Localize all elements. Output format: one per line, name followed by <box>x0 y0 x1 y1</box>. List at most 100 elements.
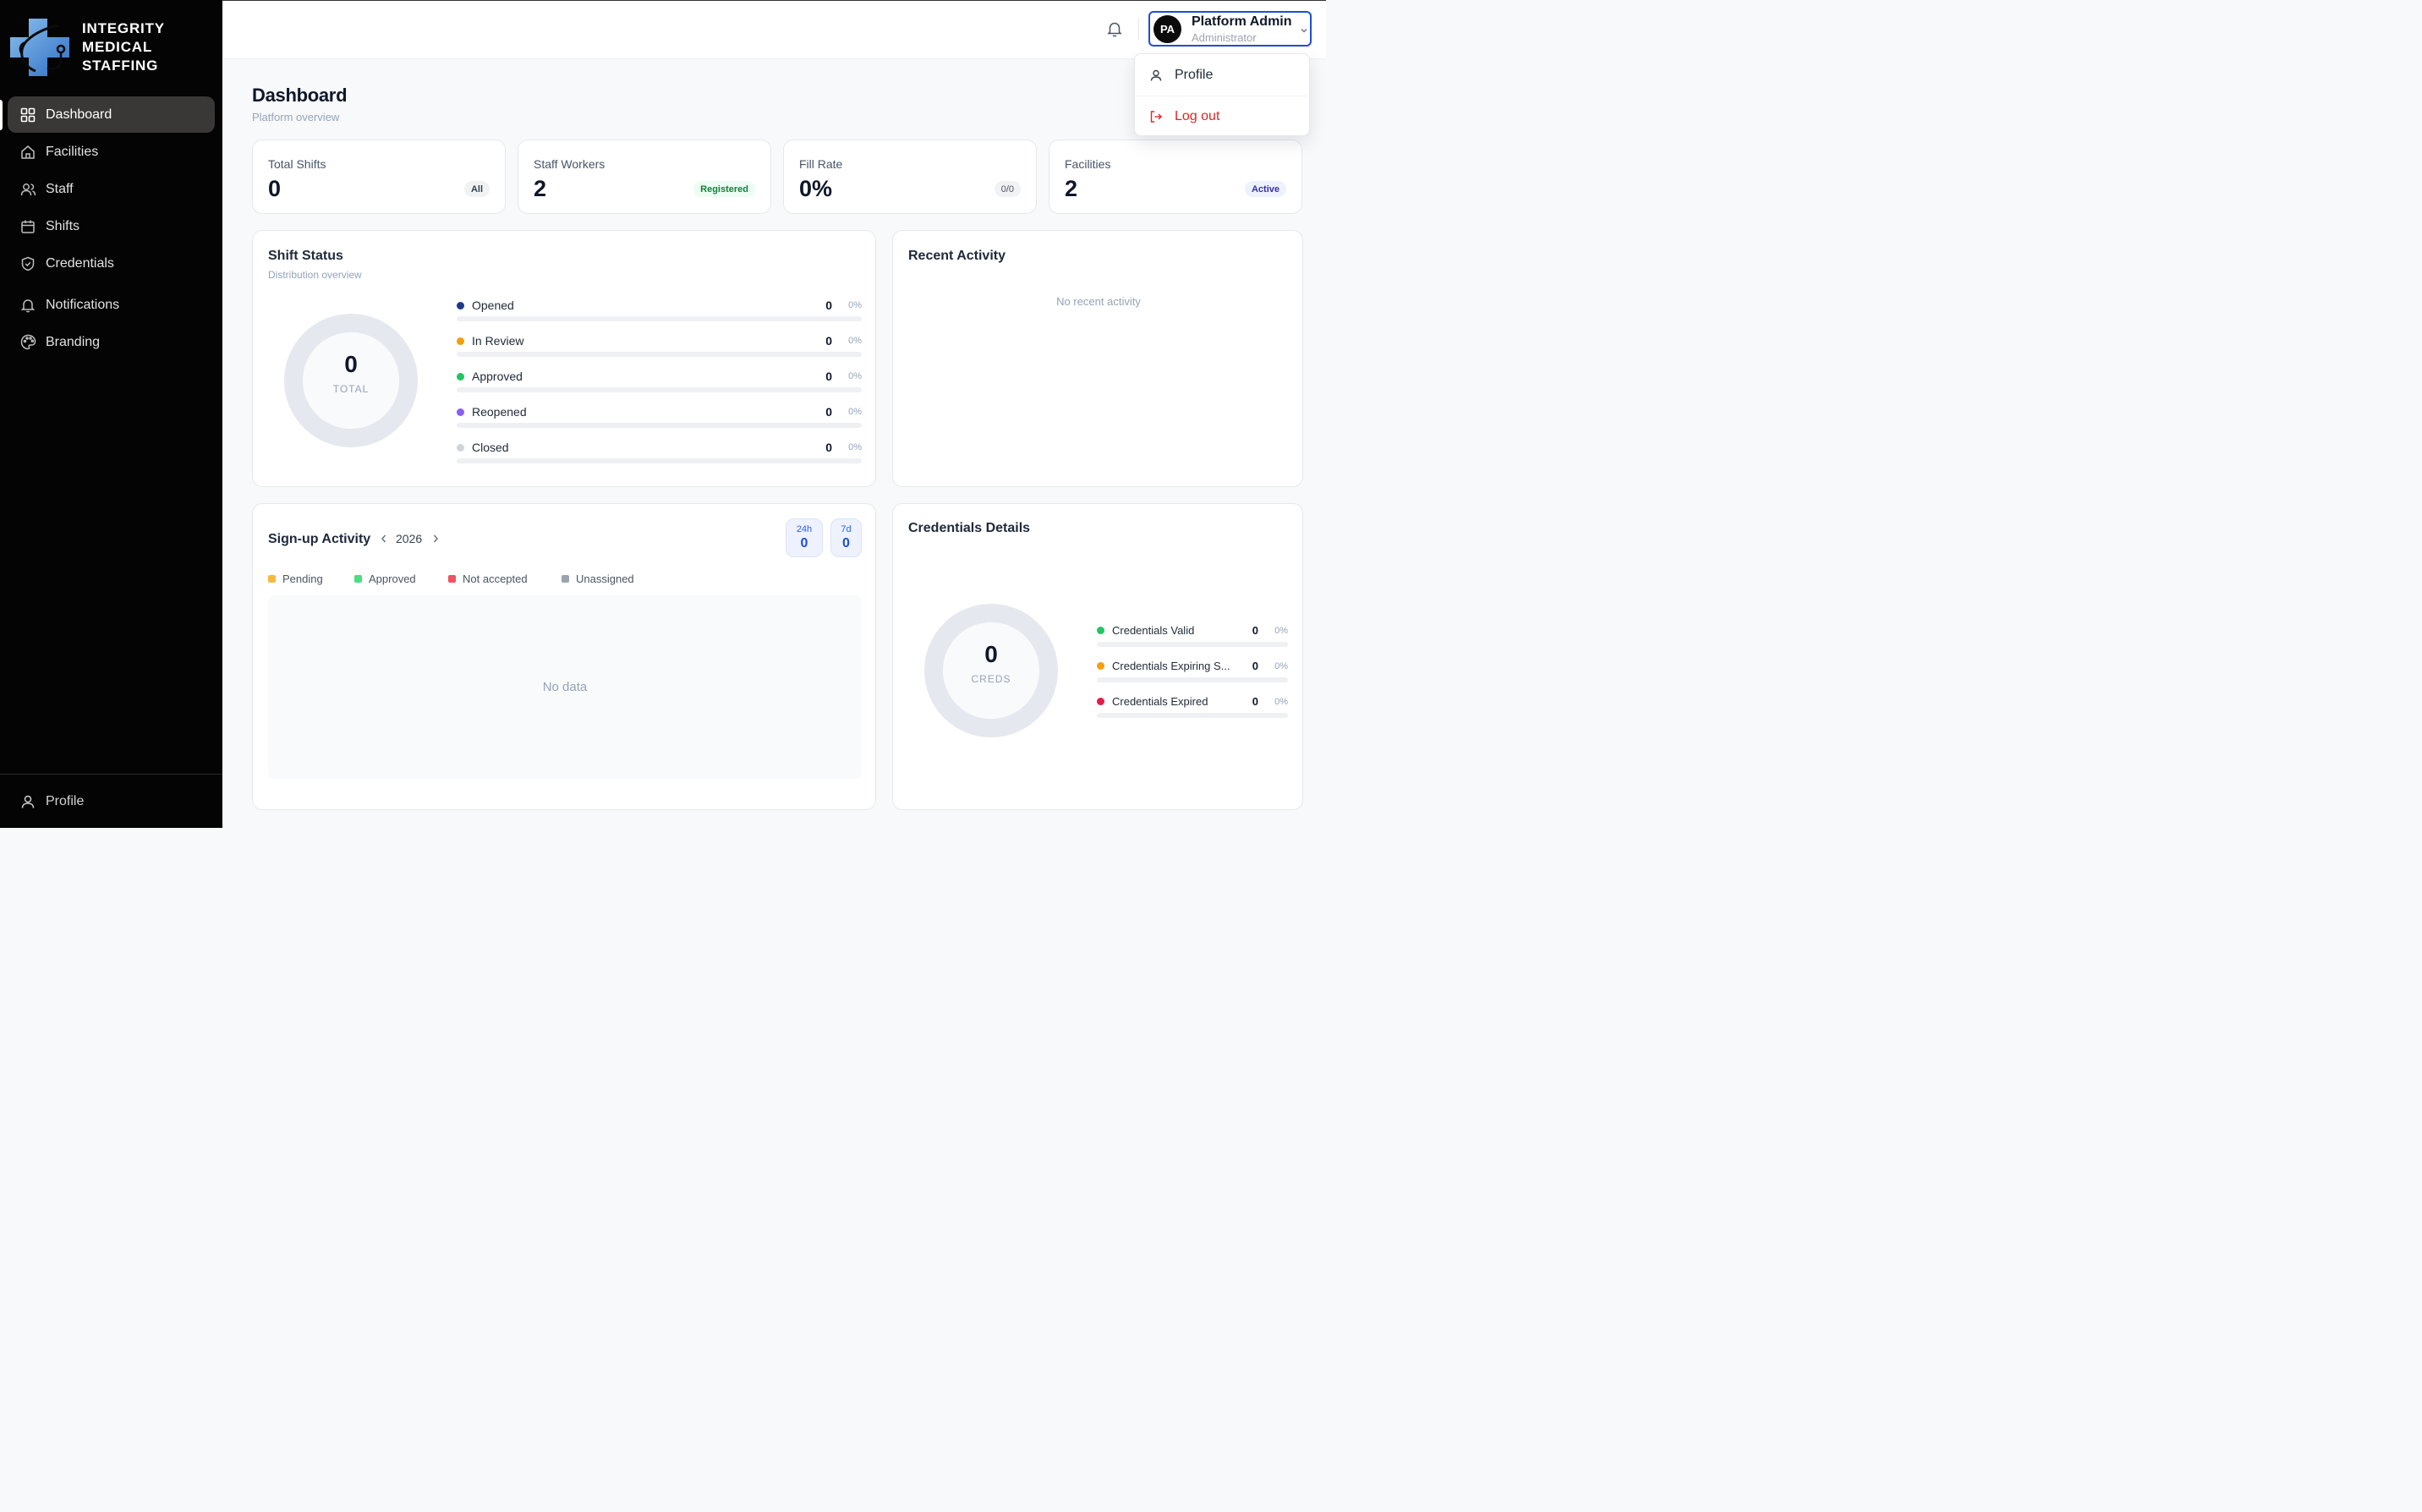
sidebar-profile-label: Profile <box>46 793 85 808</box>
logout-icon <box>1149 110 1163 123</box>
user-dropdown-menu: Profile Log out <box>1134 53 1310 136</box>
row-percent: 0% <box>848 336 862 346</box>
status-row-opened: Opened <box>457 299 514 312</box>
sidebar-item-shifts[interactable]: Shifts <box>8 208 215 244</box>
chevron-down-icon <box>1300 24 1308 39</box>
menu-item-label: Profile <box>1175 67 1214 82</box>
stat-label: Facilities <box>1065 157 1111 171</box>
user-role: Administrator <box>1192 30 1257 44</box>
prev-year-button[interactable] <box>380 533 388 548</box>
row-label: Credentials Expired <box>1112 695 1208 708</box>
legend-label: Approved <box>369 572 416 585</box>
sidebar-item-credentials[interactable]: Credentials <box>8 245 215 282</box>
brand-line: MEDICAL <box>82 39 153 55</box>
progress-track <box>457 352 862 357</box>
status-badge: All <box>463 181 490 197</box>
sidebar-item-facilities[interactable]: Facilities <box>8 134 215 170</box>
progress-track <box>1097 677 1288 682</box>
menu-item-profile[interactable]: Profile <box>1135 54 1309 96</box>
row-label: Credentials Valid <box>1112 624 1195 637</box>
chip-label: 7d <box>841 524 852 534</box>
legend-dot <box>457 337 464 345</box>
donut-label: TOTAL <box>332 383 370 395</box>
notifications-button[interactable] <box>1104 19 1125 39</box>
legend-swatch <box>354 575 362 583</box>
empty-state: No recent activity <box>1056 295 1141 308</box>
signup-chart-area: No data <box>268 595 862 779</box>
grid-icon <box>19 106 37 124</box>
row-percent: 0% <box>1274 626 1288 636</box>
stat-value: 2 <box>1065 176 1078 201</box>
legend-swatch <box>268 575 276 583</box>
sidebar-profile-link[interactable]: Profile <box>0 774 222 828</box>
user-icon <box>20 794 36 809</box>
row-value: 0 <box>825 441 832 454</box>
sidebar-item-label: Facilities <box>46 144 99 159</box>
shift-status-card: Shift Status Distribution overview 0 TOT… <box>252 230 876 487</box>
legend-dot <box>457 372 464 381</box>
sidebar-item-staff[interactable]: Staff <box>8 171 215 207</box>
chip-label: 24h <box>796 524 813 534</box>
card-title: Sign-up Activity <box>268 532 371 546</box>
next-year-button[interactable] <box>431 533 440 548</box>
sidebar-item-label: Shifts <box>46 218 80 233</box>
chip-value: 0 <box>842 536 850 551</box>
legend-unassigned: Unassigned <box>562 572 634 585</box>
avatar: PA <box>1153 14 1181 43</box>
home-icon <box>19 143 37 162</box>
row-value: 0 <box>825 299 832 312</box>
signup-activity-card: Sign-up Activity 2026 24h 0 7d 0 Pending… <box>252 503 876 810</box>
user-meta: Platform Admin Administrator <box>1192 14 1292 44</box>
row-value: 0 <box>825 405 832 419</box>
card-subtitle: Distribution overview <box>268 269 362 281</box>
logo-icon <box>10 19 69 76</box>
row-label: Closed <box>472 441 509 454</box>
status-badge: Registered <box>693 181 755 197</box>
recent-activity-card: Recent Activity No recent activity <box>892 230 1303 487</box>
legend-pending: Pending <box>268 572 323 585</box>
progress-track <box>1097 713 1288 718</box>
sidebar-item-notifications[interactable]: Notifications <box>8 287 215 323</box>
user-icon <box>1149 68 1163 82</box>
sidebar-item-dashboard[interactable]: Dashboard <box>8 96 215 133</box>
sidebar: INTEGRITY MEDICAL STAFFING Dashboard Fac… <box>0 0 222 828</box>
stat-card-fill-rate: Fill Rate 0% 0/0 <box>783 140 1037 214</box>
users-icon <box>19 180 37 199</box>
stat-value: 0% <box>799 176 833 201</box>
sidebar-item-label: Dashboard <box>46 107 112 122</box>
donut-center: 0 TOTAL <box>317 353 385 396</box>
stat-value: 0 <box>268 176 282 201</box>
legend-not-accepted: Not accepted <box>448 572 528 585</box>
progress-track <box>457 458 862 463</box>
legend-label: Not accepted <box>463 572 528 585</box>
row-percent: 0% <box>1274 661 1288 671</box>
sidebar-item-branding[interactable]: Branding <box>8 324 215 360</box>
stat-label: Fill Rate <box>799 157 843 171</box>
brand-name: INTEGRITY MEDICAL STAFFING <box>82 19 165 75</box>
sidebar-item-label: Credentials <box>46 255 114 271</box>
brand[interactable]: INTEGRITY MEDICAL STAFFING <box>10 17 165 78</box>
row-percent: 0% <box>848 300 862 310</box>
sidebar-item-label: Branding <box>46 334 101 349</box>
user-menu-button[interactable]: PA Platform Admin Administrator <box>1148 11 1312 47</box>
stat-value: 2 <box>534 176 547 201</box>
status-row-approved: Approved <box>457 370 523 383</box>
donut-center: 0 CREDS <box>957 643 1025 686</box>
row-label: Approved <box>472 370 523 383</box>
bell-icon <box>1107 22 1122 37</box>
user-name: Platform Admin <box>1192 14 1292 29</box>
menu-item-logout[interactable]: Log out <box>1135 96 1309 137</box>
progress-track <box>457 316 862 321</box>
legend-swatch <box>448 575 456 583</box>
active-indicator <box>0 100 3 130</box>
row-value: 0 <box>1252 660 1258 672</box>
legend-dot <box>1097 662 1104 670</box>
cred-row-expired: Credentials Expired <box>1097 695 1208 708</box>
legend-dot <box>457 443 464 452</box>
chevron-right-icon <box>433 534 438 543</box>
stat-card-facilities: Facilities 2 Active <box>1049 140 1302 214</box>
legend-approved: Approved <box>354 572 416 585</box>
progress-track <box>457 423 862 428</box>
empty-state: No data <box>542 680 588 694</box>
row-value: 0 <box>1252 624 1258 637</box>
